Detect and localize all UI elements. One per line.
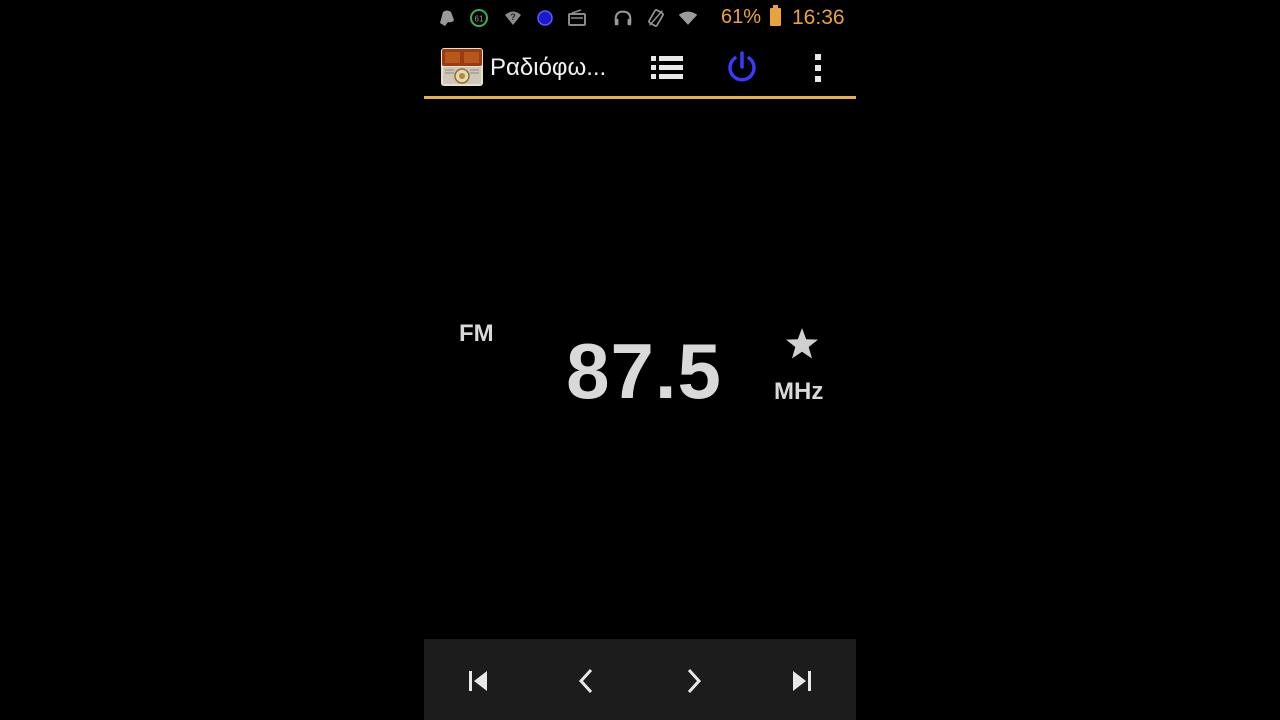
- wifi-icon: [678, 8, 698, 28]
- battery-percent: 61%: [721, 6, 762, 28]
- overflow-menu-icon[interactable]: [796, 46, 840, 90]
- seek-back-icon[interactable]: [566, 661, 606, 701]
- frequency-display: 87.5: [566, 327, 722, 415]
- star-icon[interactable]: [784, 326, 820, 362]
- notification-icon: [437, 8, 457, 28]
- wifi-question-icon: ?: [503, 8, 523, 28]
- vibrate-icon: [646, 8, 666, 28]
- battery-icon: [770, 5, 781, 26]
- svg-text:?: ?: [510, 12, 516, 22]
- clock: 16:36: [792, 6, 845, 29]
- status-bar: 61 ? 61% 16:36: [424, 0, 856, 36]
- seek-forward-icon[interactable]: [674, 661, 714, 701]
- power-icon[interactable]: [720, 46, 764, 90]
- radio-icon: [567, 8, 587, 28]
- skip-next-icon[interactable]: [782, 661, 822, 701]
- band-label: FM: [459, 320, 494, 347]
- playback-controls: [424, 639, 856, 720]
- data-counter-icon: 61: [469, 8, 489, 28]
- skip-previous-icon[interactable]: [458, 661, 498, 701]
- phone-screen: 61 ? 61% 16:36 Ραδιόφω... FM 87.5 MHz: [424, 0, 856, 720]
- action-bar-divider: [424, 96, 856, 99]
- station-list-icon[interactable]: [645, 46, 689, 90]
- radio-app-icon[interactable]: [441, 48, 483, 86]
- app-title: Ραδιόφω...: [490, 54, 607, 81]
- data-counter-value: 61: [475, 15, 484, 24]
- headphones-icon: [613, 8, 633, 28]
- frequency-unit: MHz: [774, 378, 824, 405]
- action-bar: Ραδιόφω...: [424, 36, 856, 96]
- dot-icon: [535, 8, 555, 28]
